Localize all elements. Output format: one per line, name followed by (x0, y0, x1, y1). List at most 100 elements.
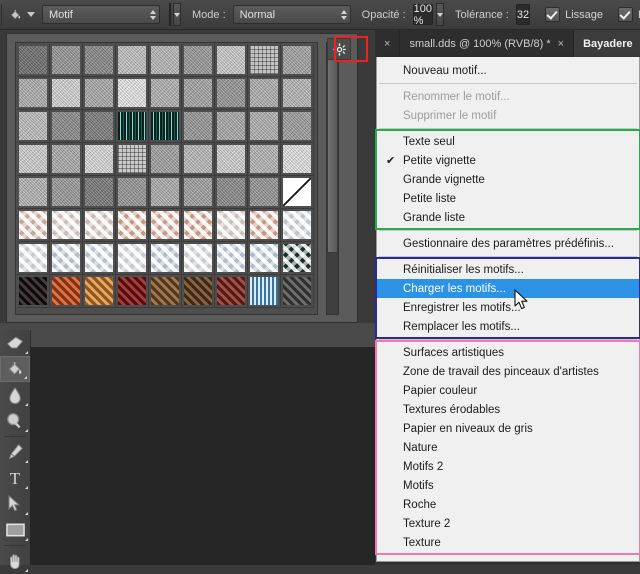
pattern-swatch[interactable] (50, 143, 83, 176)
pattern-swatch[interactable] (17, 143, 50, 176)
fill-source-select[interactable]: Motif (42, 5, 160, 24)
pattern-swatch[interactable] (215, 110, 248, 143)
blur-tool[interactable] (0, 382, 30, 408)
path-selection-tool[interactable] (0, 491, 30, 517)
document-tab[interactable]: small.dds @ 100% (RVB/8) * × (400, 30, 575, 57)
menu-item[interactable]: Papier couleur (377, 381, 639, 400)
menu-item[interactable]: Remplacer les motifs... (377, 317, 639, 336)
pattern-swatch[interactable] (116, 110, 149, 143)
pattern-picker-chevron-down-icon[interactable] (173, 3, 181, 26)
pattern-picker-scrollbar[interactable] (326, 42, 339, 315)
menu-item[interactable]: Texture (377, 533, 639, 552)
pattern-swatch[interactable] (17, 44, 50, 77)
pattern-swatch[interactable] (248, 77, 281, 110)
hand-tool[interactable] (0, 548, 30, 574)
menu-item[interactable]: Surfaces artistiques (377, 343, 639, 362)
pattern-swatch[interactable] (215, 275, 248, 308)
paint-bucket-icon[interactable] (9, 4, 35, 26)
pattern-swatch[interactable] (182, 44, 215, 77)
pattern-swatch[interactable] (149, 242, 182, 275)
menu-item[interactable]: Papier en niveaux de gris (377, 419, 639, 438)
pattern-swatch[interactable] (50, 77, 83, 110)
pattern-swatch[interactable] (149, 44, 182, 77)
pattern-swatch[interactable] (215, 209, 248, 242)
document-tab[interactable]: Bayadere (574, 30, 640, 57)
menu-item[interactable]: Réinitialiser les motifs... (377, 260, 639, 279)
pixels-checkbox[interactable]: Pix (613, 7, 640, 22)
pattern-swatch[interactable] (17, 275, 50, 308)
pattern-swatch[interactable] (83, 275, 116, 308)
pattern-swatch[interactable] (83, 44, 116, 77)
pattern-swatch[interactable] (182, 275, 215, 308)
pattern-swatch[interactable] (215, 77, 248, 110)
pattern-swatch[interactable] (182, 110, 215, 143)
menu-item[interactable]: Roche (377, 495, 639, 514)
paint-bucket-tool[interactable] (0, 356, 30, 382)
pattern-swatch[interactable] (116, 275, 149, 308)
pattern-swatch[interactable] (248, 176, 281, 209)
menu-item[interactable]: Textures érodables (377, 400, 639, 419)
pattern-swatch[interactable] (116, 143, 149, 176)
pattern-swatch[interactable] (281, 242, 314, 275)
pattern-swatch[interactable] (149, 77, 182, 110)
pattern-swatch[interactable] (116, 176, 149, 209)
pattern-swatch[interactable] (248, 143, 281, 176)
smoothing-checkbox[interactable]: Lissage (540, 7, 603, 22)
pattern-swatch[interactable] (182, 242, 215, 275)
pattern-swatch[interactable] (281, 209, 314, 242)
pattern-swatch[interactable] (248, 242, 281, 275)
dodge-tool[interactable] (0, 408, 30, 434)
pattern-swatch[interactable] (248, 275, 281, 308)
opacity-chevron-down-icon[interactable] (436, 3, 445, 26)
pattern-swatch[interactable] (83, 209, 116, 242)
rectangle-shape-tool[interactable] (0, 517, 30, 543)
pattern-preview-swatch[interactable] (169, 3, 171, 26)
pattern-swatch[interactable] (83, 176, 116, 209)
pattern-swatch[interactable] (17, 77, 50, 110)
pattern-swatch[interactable] (83, 242, 116, 275)
pattern-swatch[interactable] (116, 44, 149, 77)
pattern-swatch[interactable] (281, 110, 314, 143)
menu-item[interactable]: Texte seul (377, 132, 639, 151)
fill-source-spinner-icon[interactable] (150, 9, 156, 20)
pattern-swatch-grid[interactable] (17, 44, 314, 308)
pattern-swatch[interactable] (182, 77, 215, 110)
pattern-swatch[interactable] (116, 77, 149, 110)
pattern-swatch[interactable] (149, 110, 182, 143)
menu-item[interactable]: Grande vignette (377, 170, 639, 189)
pattern-swatch[interactable] (17, 209, 50, 242)
menu-item[interactable]: Petite liste (377, 189, 639, 208)
document-tab[interactable]: × (375, 30, 401, 57)
pattern-swatch[interactable] (281, 44, 314, 77)
eraser-tool[interactable] (0, 330, 30, 356)
pattern-swatch[interactable] (83, 143, 116, 176)
pattern-swatch[interactable] (248, 44, 281, 77)
pattern-swatch[interactable] (50, 209, 83, 242)
pattern-swatch[interactable] (182, 176, 215, 209)
tolerance-input[interactable]: 32 (515, 4, 531, 25)
document-canvas[interactable] (30, 347, 375, 565)
menu-item[interactable]: Motifs 2 (377, 457, 639, 476)
pattern-swatch[interactable] (50, 242, 83, 275)
menu-item[interactable]: Texture 2 (377, 514, 639, 533)
pattern-swatch[interactable] (215, 176, 248, 209)
menu-item[interactable]: Charger les motifs... (377, 279, 639, 298)
pattern-swatch[interactable] (50, 110, 83, 143)
pattern-swatch[interactable] (281, 176, 314, 209)
close-icon[interactable]: × (384, 38, 390, 50)
blend-mode-select[interactable]: Normal (232, 5, 351, 24)
pattern-swatch[interactable] (248, 110, 281, 143)
pattern-swatch[interactable] (17, 176, 50, 209)
pattern-swatch[interactable] (149, 209, 182, 242)
close-icon[interactable]: × (558, 38, 564, 50)
gear-icon[interactable] (327, 38, 351, 60)
menu-item[interactable]: Nouveau motif... (377, 61, 639, 80)
pattern-swatch[interactable] (17, 110, 50, 143)
menu-item[interactable]: Grande liste (377, 208, 639, 227)
options-bar-gripper[interactable] (1, 3, 2, 26)
pattern-swatch[interactable] (248, 209, 281, 242)
pattern-swatch[interactable] (182, 143, 215, 176)
pattern-swatch[interactable] (149, 275, 182, 308)
pattern-swatch[interactable] (281, 77, 314, 110)
pattern-swatch[interactable] (281, 275, 314, 308)
